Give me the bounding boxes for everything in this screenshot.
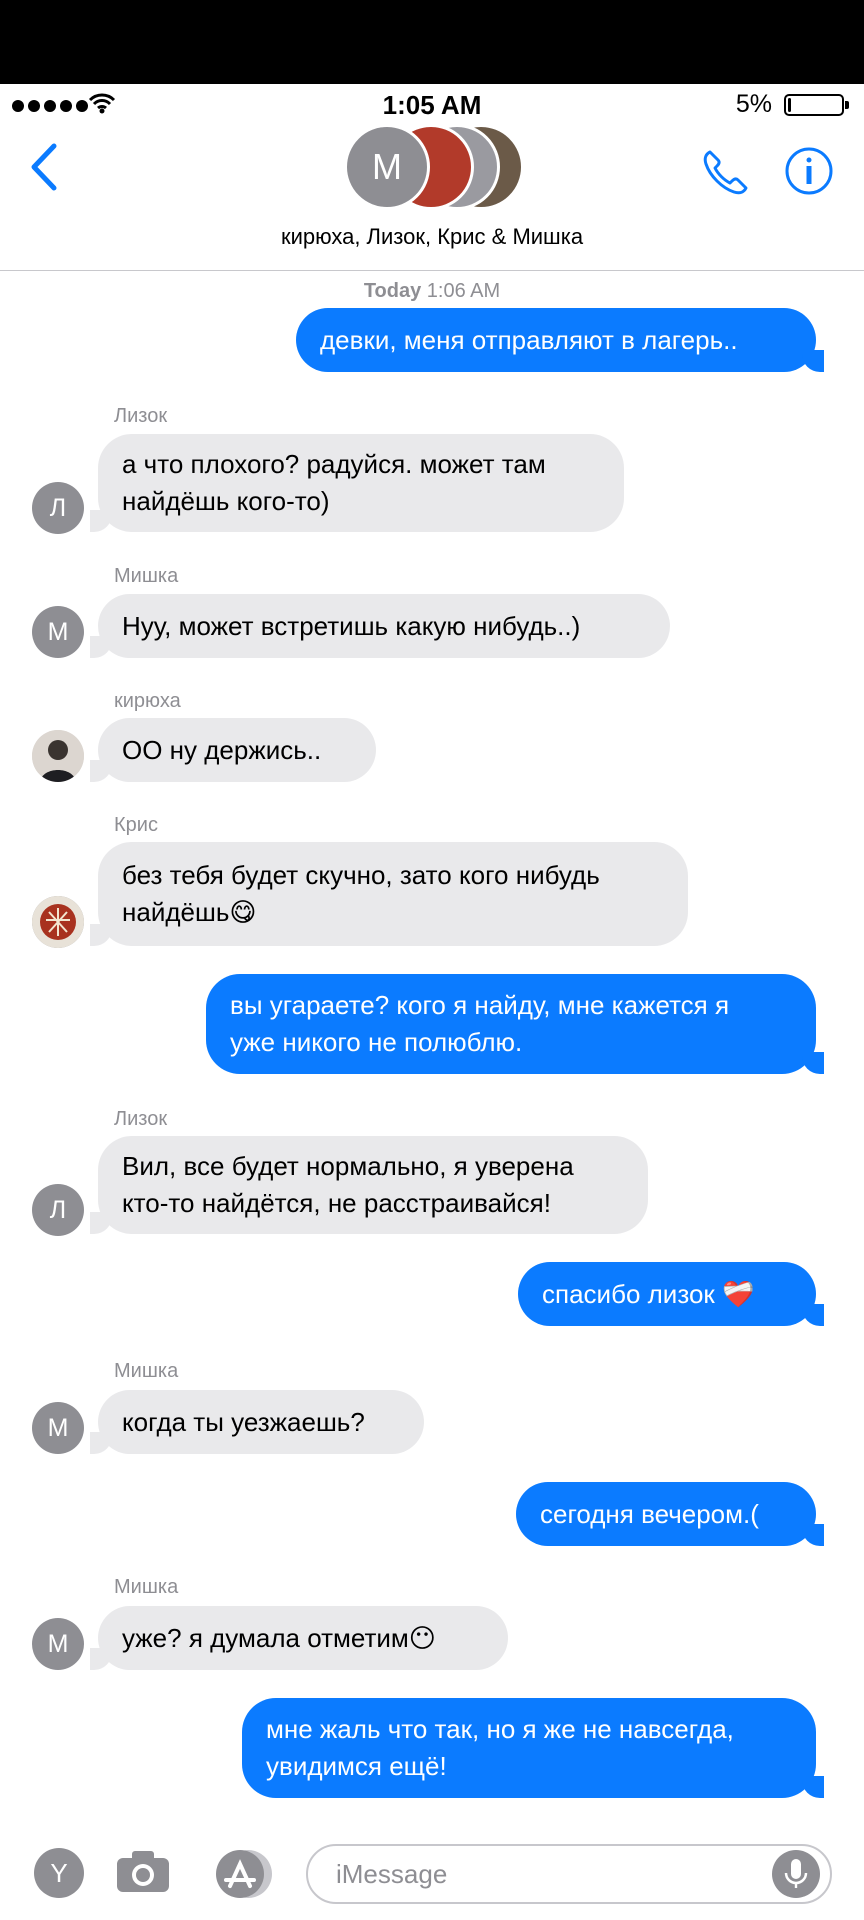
avatar[interactable]: Л xyxy=(32,1184,84,1236)
message-timestamp: Today 1:06 AM xyxy=(0,280,864,303)
message-text: когда ты уезжаешь? xyxy=(122,1406,365,1437)
avatar[interactable] xyxy=(32,896,84,948)
incoming-message[interactable]: Нуу, может встретишь какую нибудь..) xyxy=(90,594,670,658)
outgoing-message[interactable]: сегодня вечером.( xyxy=(516,1482,824,1546)
message-text: уже? я думала отметим😶 xyxy=(122,1622,436,1653)
sender-name: кирюха xyxy=(114,690,181,712)
sender-name: Лизок xyxy=(114,1108,168,1130)
microphone-icon[interactable] xyxy=(772,1850,820,1898)
camera-icon[interactable] xyxy=(114,1846,172,1896)
avatar[interactable] xyxy=(32,730,84,782)
message-text: девки, меня отправляют в лагерь.. xyxy=(320,324,738,355)
message-text: без тебя будет скучно, зато кого нибудь … xyxy=(122,860,600,927)
incoming-message[interactable]: ОО ну держись.. xyxy=(90,718,376,782)
message-text: Вил, все будет нормально, я уверена кто-… xyxy=(122,1151,574,1218)
avatar-photo xyxy=(32,896,84,948)
incoming-message[interactable]: Вил, все будет нормально, я уверена кто-… xyxy=(90,1136,648,1234)
message-text: сегодня вечером.( xyxy=(540,1498,759,1529)
battery-icon xyxy=(784,94,849,116)
message-text: спасибо лизок ❤️‍🩹 xyxy=(542,1278,755,1309)
sender-name: Мишка xyxy=(114,565,179,587)
outgoing-message[interactable]: мне жаль что так, но я же не навсегда, у… xyxy=(242,1698,824,1798)
sender-name: Мишка xyxy=(114,1360,179,1382)
avatar[interactable]: М xyxy=(32,1618,84,1670)
apps-button[interactable]: Y xyxy=(34,1848,84,1898)
group-title[interactable]: кирюха, Лизок, Крис & Мишка xyxy=(0,224,864,250)
sender-name: Лизок xyxy=(114,405,168,427)
incoming-message[interactable]: без тебя будет скучно, зато кого нибудь … xyxy=(90,842,688,946)
app-store-icon[interactable] xyxy=(210,1848,276,1900)
avatar-photo xyxy=(32,730,84,782)
status-bar: 1:05 AM 5% xyxy=(0,84,864,124)
battery-percent: 5% xyxy=(735,90,772,118)
outgoing-message[interactable]: спасибо лизок ❤️‍🩹 xyxy=(518,1262,824,1326)
message-input-bar: Y iMessage xyxy=(0,1834,864,1920)
outgoing-message[interactable]: вы угараете? кого я найду, мне кажется я… xyxy=(206,974,824,1074)
microphone-glyph xyxy=(784,1859,808,1888)
incoming-message[interactable]: уже? я думала отметим😶 xyxy=(90,1606,508,1670)
sender-name: Мишка xyxy=(114,1576,179,1598)
avatar[interactable]: М xyxy=(32,1402,84,1454)
message-text: а что плохого? радуйся. может там найдёш… xyxy=(122,449,546,516)
avatar: М xyxy=(344,124,430,210)
outgoing-message[interactable]: девки, меня отправляют в лагерь.. xyxy=(296,308,824,372)
incoming-message[interactable]: когда ты уезжаешь? xyxy=(90,1390,424,1454)
back-chevron-icon[interactable] xyxy=(26,142,60,192)
message-input[interactable]: iMessage xyxy=(306,1844,832,1904)
message-text: мне жаль что так, но я же не навсегда, у… xyxy=(266,1714,734,1781)
top-black-bar xyxy=(0,0,864,84)
timestamp-time: 1:06 AM xyxy=(426,280,501,302)
message-input-placeholder: iMessage xyxy=(336,1859,448,1889)
sender-name: Крис xyxy=(114,814,158,836)
timestamp-day: Today xyxy=(363,280,422,302)
status-time: 1:05 AM xyxy=(382,90,482,120)
group-avatar-stack[interactable]: М xyxy=(344,124,524,224)
message-text: Нуу, может встретишь какую нибудь..) xyxy=(122,610,581,641)
conversation-header: М кирюха, Лизок, Крис & Мишка xyxy=(0,124,864,271)
phone-icon[interactable] xyxy=(700,148,750,198)
incoming-message[interactable]: а что плохого? радуйся. может там найдёш… xyxy=(90,434,624,532)
avatar[interactable]: М xyxy=(32,606,84,658)
avatar[interactable]: Л xyxy=(32,482,84,534)
message-text: ОО ну держись.. xyxy=(122,734,322,765)
battery-fill xyxy=(788,98,791,112)
message-text: вы угараете? кого я найду, мне кажется я… xyxy=(230,990,730,1057)
info-icon[interactable] xyxy=(784,146,834,196)
